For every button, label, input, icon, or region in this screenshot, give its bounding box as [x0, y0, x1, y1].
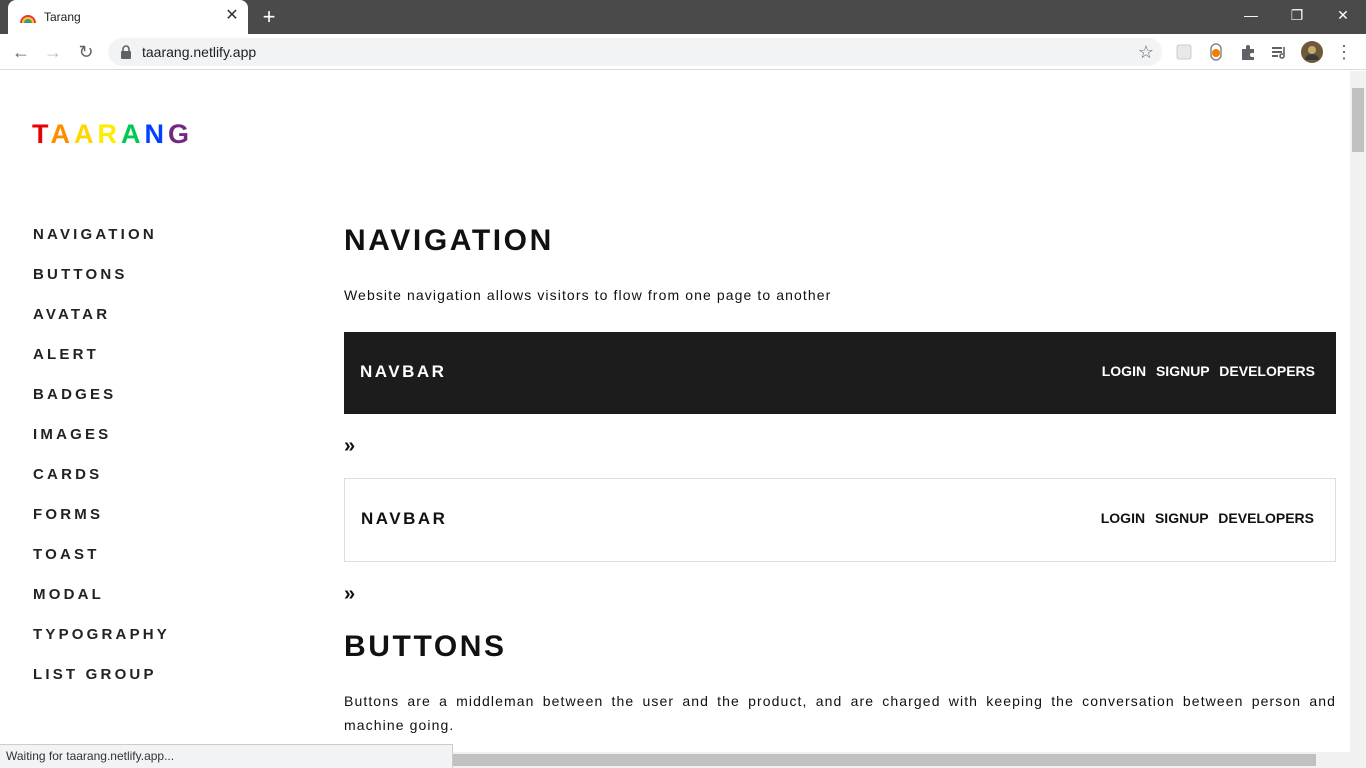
- sidebar-item-buttons[interactable]: BUTTONS: [33, 266, 170, 306]
- sidebar-item-forms[interactable]: FORMS: [33, 506, 170, 546]
- logo-letter: A: [50, 119, 74, 149]
- extension-icon[interactable]: [1174, 42, 1194, 62]
- puzzle-icon[interactable]: [1238, 42, 1258, 62]
- vertical-scrollbar[interactable]: [1350, 71, 1366, 768]
- sidebar-item-modal[interactable]: MODAL: [33, 586, 170, 626]
- navbar-link-login[interactable]: LOGIN: [1101, 510, 1145, 526]
- navbar-dark-demo: NAVBAR LOGIN SIGNUP DEVELOPERS: [344, 332, 1336, 414]
- tab-title: Tarang: [44, 10, 81, 24]
- sidebar-nav: NAVIGATION BUTTONS AVATAR ALERT BADGES I…: [33, 226, 170, 706]
- vertical-scroll-thumb[interactable]: [1352, 88, 1364, 152]
- close-tab-icon[interactable]: ✕: [224, 8, 240, 24]
- sidebar-item-avatar[interactable]: AVATAR: [33, 306, 170, 346]
- sidebar-item-badges[interactable]: BADGES: [33, 386, 170, 426]
- media-queue-icon[interactable]: [1270, 42, 1290, 62]
- navbar-light-demo: NAVBAR LOGIN SIGNUP DEVELOPERS: [344, 478, 1336, 562]
- lock-icon: [121, 45, 131, 59]
- close-window-icon[interactable]: ✕: [1320, 0, 1366, 30]
- browser-toolbar: ← → ↻ taarang.netlify.app ☆ ⋮: [0, 34, 1366, 70]
- url-text: taarang.netlify.app: [142, 44, 257, 60]
- buttons-description: Buttons are a middleman between the user…: [344, 693, 1336, 733]
- logo-letter: N: [144, 119, 168, 149]
- logo-letter: T: [32, 119, 51, 149]
- sidebar-item-typography[interactable]: TYPOGRAPHY: [33, 626, 170, 666]
- navbar-link-signup[interactable]: SIGNUP: [1156, 363, 1209, 379]
- browser-tab[interactable]: Tarang ✕: [8, 0, 248, 34]
- restore-icon[interactable]: ❐: [1274, 0, 1320, 30]
- browser-tab-bar: Tarang ✕ + — ❐ ✕: [0, 0, 1366, 34]
- navbar-link-signup[interactable]: SIGNUP: [1155, 510, 1208, 526]
- rainbow-icon: [20, 15, 36, 24]
- logo-letter: R: [97, 119, 121, 149]
- new-tab-icon[interactable]: +: [258, 6, 280, 28]
- profile-avatar[interactable]: [1301, 41, 1323, 63]
- bookmark-star-icon[interactable]: ☆: [1138, 42, 1154, 62]
- minimize-icon[interactable]: —: [1228, 0, 1274, 30]
- forward-icon[interactable]: →: [40, 39, 66, 65]
- sidebar-item-list-group[interactable]: LIST GROUP: [33, 666, 170, 706]
- buttons-section-title: BUTTONS: [344, 630, 507, 663]
- reload-icon[interactable]: ↻: [73, 39, 99, 65]
- navbar-link-login[interactable]: LOGIN: [1102, 363, 1146, 379]
- site-logo[interactable]: TAARANG: [32, 119, 193, 150]
- sidebar-item-cards[interactable]: CARDS: [33, 466, 170, 506]
- page-content: TAARANG NAVIGATION BUTTONS AVATAR ALERT …: [0, 71, 1350, 768]
- sidebar-item-images[interactable]: IMAGES: [33, 426, 170, 466]
- menu-kebab-icon[interactable]: ⋮: [1331, 39, 1357, 65]
- sidebar-item-alert[interactable]: ALERT: [33, 346, 170, 386]
- sidebar-item-navigation[interactable]: NAVIGATION: [33, 226, 170, 266]
- view-code-chevron-icon[interactable]: »: [344, 435, 355, 458]
- navbar-brand[interactable]: NAVBAR: [361, 509, 447, 529]
- address-bar[interactable]: taarang.netlify.app ☆: [108, 38, 1162, 66]
- logo-letter: G: [168, 119, 194, 149]
- view-code-chevron-icon[interactable]: »: [344, 583, 355, 606]
- navigation-section-title: NAVIGATION: [344, 224, 554, 257]
- back-icon[interactable]: ←: [8, 39, 34, 65]
- navbar-link-developers[interactable]: DEVELOPERS: [1218, 510, 1314, 526]
- logo-letter: A: [121, 119, 145, 149]
- navbar-link-developers[interactable]: DEVELOPERS: [1219, 363, 1315, 379]
- navigation-description: Website navigation allows visitors to fl…: [344, 287, 832, 303]
- logo-letter: A: [74, 119, 98, 149]
- extension-orange-icon[interactable]: [1206, 42, 1226, 62]
- status-bar: Waiting for taarang.netlify.app...: [0, 744, 453, 768]
- navbar-brand[interactable]: NAVBAR: [360, 362, 446, 382]
- sidebar-item-toast[interactable]: TOAST: [33, 546, 170, 586]
